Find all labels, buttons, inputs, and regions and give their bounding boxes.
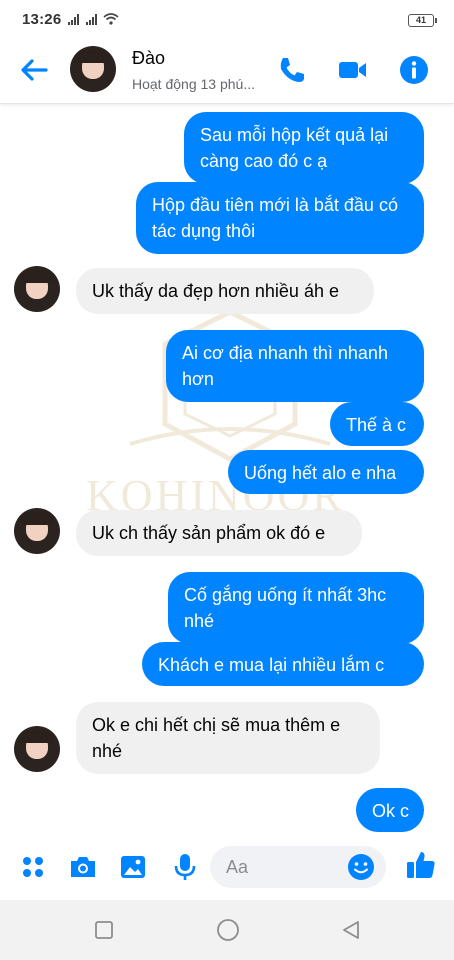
composer-bar: Aa xyxy=(0,834,454,900)
contact-avatar[interactable] xyxy=(70,46,116,92)
outgoing-message[interactable]: Cố gắng uống ít nhất 3hc nhé xyxy=(168,572,424,644)
outgoing-message[interactable]: Ai cơ địa nhanh thì nhanh hơn xyxy=(166,330,424,402)
contact-avatar[interactable] xyxy=(14,266,60,312)
contact-avatar[interactable] xyxy=(14,508,60,554)
signal-icon xyxy=(68,13,80,25)
phone-icon[interactable] xyxy=(276,54,308,86)
camera-icon[interactable] xyxy=(68,852,98,882)
contact-avatar[interactable] xyxy=(14,726,60,772)
outgoing-message[interactable]: Thế à c xyxy=(330,402,424,446)
thumbs-up-icon[interactable] xyxy=(404,848,438,882)
gallery-icon[interactable] xyxy=(118,852,148,882)
outgoing-message[interactable]: Ok c xyxy=(356,788,424,832)
conversation-header: Đào Hoạt động 13 phú... xyxy=(0,38,454,104)
back-triangle-icon[interactable] xyxy=(340,919,362,941)
status-time: 13:26 xyxy=(22,10,62,28)
battery-icon: 41 xyxy=(408,14,437,27)
back-arrow-icon[interactable] xyxy=(16,53,52,87)
incoming-message[interactable]: Uk thấy da đẹp hơn nhiều áh e xyxy=(76,268,374,314)
recent-apps-icon[interactable] xyxy=(93,919,115,941)
video-camera-icon[interactable] xyxy=(336,54,368,86)
contact-name[interactable]: Đào xyxy=(132,48,165,69)
emoji-icon[interactable] xyxy=(346,852,376,882)
info-icon[interactable] xyxy=(398,54,430,86)
signal-icon xyxy=(86,13,98,25)
outgoing-message[interactable]: Hộp đầu tiên mới là bắt đầu có tác dụng … xyxy=(136,182,424,254)
menu-dots-icon[interactable] xyxy=(18,852,48,882)
incoming-message[interactable]: Uk ch thấy sản phẩm ok đó e xyxy=(76,510,362,556)
status-bar: 13:26 41 xyxy=(0,0,454,38)
wifi-icon xyxy=(103,13,119,25)
outgoing-message[interactable]: Uống hết alo e nha xyxy=(228,450,424,494)
system-navigation-bar xyxy=(0,900,454,960)
home-icon[interactable] xyxy=(216,918,240,942)
outgoing-message[interactable]: Khách e mua lại nhiều lắm c xyxy=(142,642,424,686)
outgoing-message[interactable]: Sau mỗi hộp kết quả lại càng cao đó c ạ xyxy=(184,112,424,184)
incoming-message[interactable]: Ok e chi hết chị sẽ mua thêm e nhé xyxy=(76,702,380,774)
microphone-icon[interactable] xyxy=(170,852,200,882)
message-list[interactable]: KOHINOOR Sau mỗi hộp kết quả lại càng ca… xyxy=(0,104,454,834)
activity-status: Hoạt động 13 phú... xyxy=(132,76,255,92)
